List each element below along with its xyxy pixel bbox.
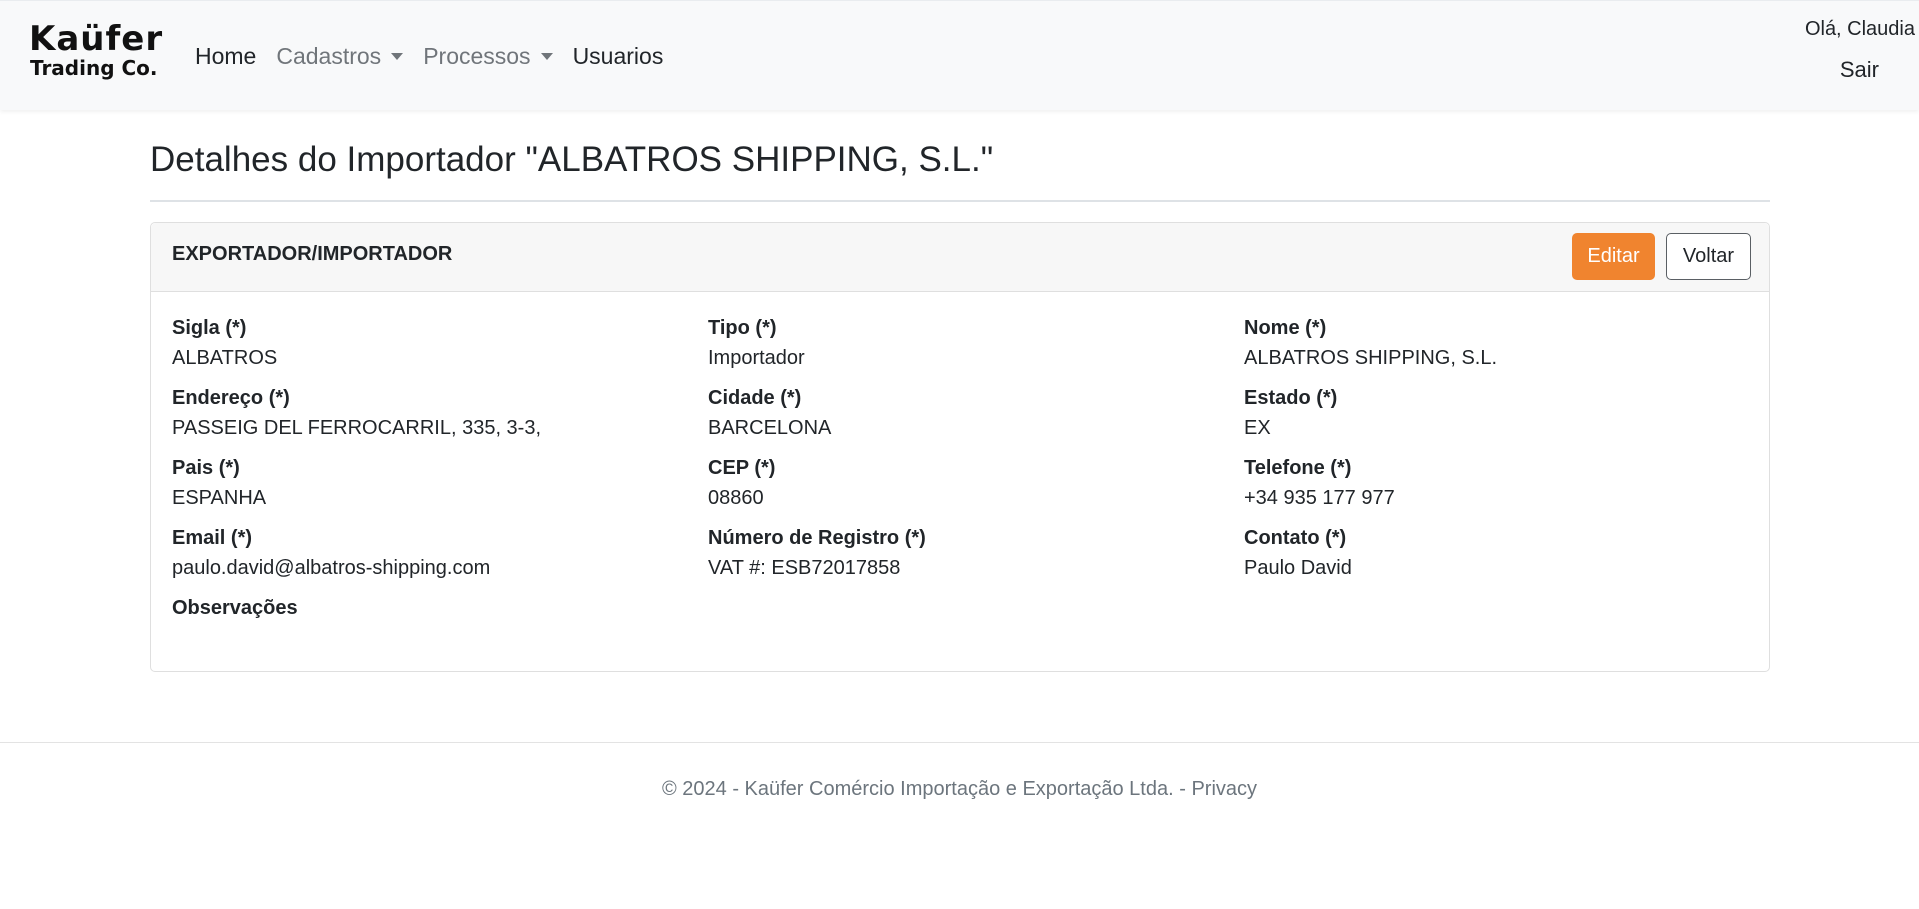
field-value: PASSEIG DEL FERROCARRIL, 335, 3-3, (172, 417, 542, 439)
field-value: ALBATROS SHIPPING, S.L. (1244, 347, 1498, 369)
field-numero-registro: Número de Registro (*) VAT #: ESB7201785… (708, 525, 1228, 581)
field-sigla: Sigla (*) ALBATROS (172, 315, 692, 371)
card-header-title: EXPORTADOR/IMPORTADOR (172, 243, 453, 265)
brand-name: Kaüfer (29, 19, 164, 59)
field-value: EX (1244, 417, 1271, 439)
nav-cadastros-dropdown[interactable]: Cadastros (276, 42, 404, 70)
chevron-down-icon (540, 52, 553, 60)
field-value: ESPANHA (172, 487, 267, 509)
field-label: Contato (*) (1244, 527, 1347, 549)
field-value: +34 935 177 977 (1244, 487, 1395, 509)
field-value: paulo.david@albatros-shipping.com (172, 557, 491, 579)
field-cep: CEP (*) 08860 (708, 455, 1228, 511)
field-value: BARCELONA (708, 417, 832, 439)
card-header: EXPORTADOR/IMPORTADOR Editar Voltar (151, 223, 1769, 292)
field-email: Email (*) paulo.david@albatros-shipping.… (172, 525, 692, 581)
field-telefone: Telefone (*) +34 935 177 977 (1244, 455, 1764, 511)
nav-home[interactable]: Home (195, 43, 256, 70)
nav-processos-dropdown[interactable]: Processos (423, 42, 553, 70)
back-button[interactable]: Voltar (1666, 233, 1751, 280)
title-divider (150, 200, 1770, 202)
field-cidade: Cidade (*) BARCELONA (708, 385, 1228, 441)
footer-divider (0, 742, 1919, 743)
page-title: Detalhes do Importador "ALBATROS SHIPPIN… (150, 140, 994, 179)
field-label: Sigla (*) (172, 317, 247, 339)
chevron-down-icon (391, 52, 404, 60)
user-greeting: Olá, Claudia (1804, 18, 1915, 40)
brand-tagline: Trading Co. (30, 56, 158, 80)
field-label: CEP (*) (708, 457, 776, 479)
field-estado: Estado (*) EX (1244, 385, 1764, 441)
nav-usuarios[interactable]: Usuarios (573, 43, 664, 70)
field-label: Tipo (*) (708, 317, 777, 339)
field-nome: Nome (*) ALBATROS SHIPPING, S.L. (1244, 315, 1764, 371)
field-label: Cidade (*) (708, 387, 802, 409)
field-value: 08860 (708, 487, 764, 509)
edit-button[interactable]: Editar (1572, 233, 1655, 280)
nav-processos-label: Processos (423, 42, 531, 69)
logout-link[interactable]: Sair (1840, 57, 1879, 83)
field-label: Telefone (*) (1244, 457, 1352, 479)
navbar: Kaüfer Trading Co. Home Cadastros Proces… (0, 0, 1919, 110)
nav-cadastros-label: Cadastros (276, 42, 382, 69)
details-card: EXPORTADOR/IMPORTADOR Editar Voltar Sigl… (150, 222, 1770, 672)
field-label: Observações (172, 597, 298, 619)
field-label: Pais (*) (172, 457, 240, 479)
field-label: Nome (*) (1244, 317, 1327, 339)
footer-copyright: © 2024 - Kaüfer Comércio Importação e Ex… (661, 778, 1192, 800)
footer: © 2024 - Kaüfer Comércio Importação e Ex… (0, 778, 1919, 801)
field-label: Número de Registro (*) (708, 527, 926, 549)
field-tipo: Tipo (*) Importador (708, 315, 1228, 371)
field-observacoes: Observações (172, 595, 692, 625)
privacy-link[interactable]: Privacy (1191, 778, 1257, 800)
field-label: Email (*) (172, 527, 253, 549)
field-value: Importador (708, 347, 805, 369)
field-contato: Contato (*) Paulo David (1244, 525, 1764, 581)
field-label: Estado (*) (1244, 387, 1338, 409)
field-pais: Pais (*) ESPANHA (172, 455, 692, 511)
field-endereco: Endereço (*) PASSEIG DEL FERROCARRIL, 33… (172, 385, 692, 441)
field-value: Paulo David (1244, 557, 1352, 579)
brand-logo[interactable]: Kaüfer Trading Co. (29, 19, 164, 81)
field-value: ALBATROS (172, 347, 278, 369)
main-nav: Home Cadastros Processos Usuarios (195, 41, 683, 71)
field-label: Endereço (*) (172, 387, 290, 409)
field-value: VAT #: ESB72017858 (708, 557, 901, 579)
